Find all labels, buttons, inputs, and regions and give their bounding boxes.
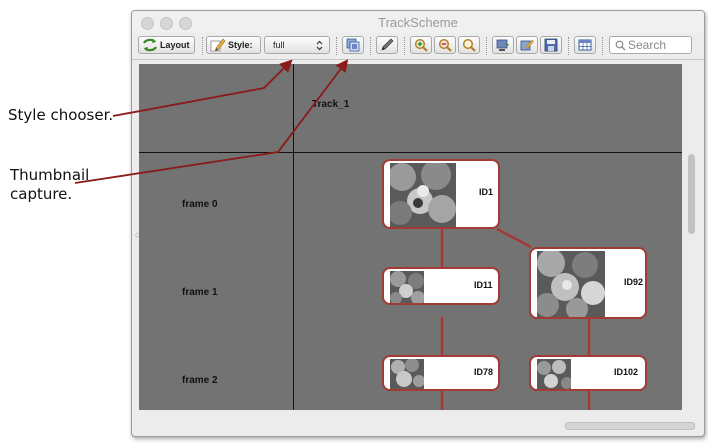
layout-button[interactable]: Layout bbox=[138, 36, 195, 54]
toolbar-separator bbox=[602, 37, 603, 55]
zoom-out-button[interactable] bbox=[434, 36, 456, 54]
spot-thumbnail bbox=[537, 359, 571, 389]
toolbar: Layout Style: full Search bbox=[132, 33, 704, 60]
toolbar-separator bbox=[202, 37, 203, 55]
spot-id-label: ID102 bbox=[614, 367, 639, 377]
spot-node[interactable]: ID11 bbox=[382, 267, 500, 305]
trackscheme-window: TrackScheme Layout Style: full Search ◇ … bbox=[131, 10, 705, 437]
save-button[interactable] bbox=[540, 36, 562, 54]
spot-node[interactable]: ID92 bbox=[529, 247, 647, 319]
track-edge bbox=[496, 227, 532, 249]
style-chooser-annotation: Style chooser. bbox=[8, 106, 114, 124]
style-select-value: full bbox=[273, 40, 285, 50]
zoom-fit-icon bbox=[462, 38, 476, 52]
zoom-out-icon bbox=[438, 38, 452, 52]
thumbnail-annotation-line2: capture. bbox=[10, 185, 73, 203]
horizontal-scrollbar[interactable] bbox=[565, 422, 695, 430]
spot-thumbnail bbox=[390, 271, 424, 303]
toolbar-separator bbox=[370, 37, 371, 55]
trackscheme-canvas[interactable]: Track_1 frame 0 frame 1 frame 2 ID1 ID11… bbox=[139, 64, 682, 410]
layout-button-label: Layout bbox=[160, 40, 190, 50]
thumbnail-capture-annotation: Thumbnail capture. bbox=[10, 166, 89, 204]
chevron-up-down-icon bbox=[316, 40, 323, 50]
spot-id-label: ID78 bbox=[474, 367, 494, 377]
spot-node[interactable]: ID102 bbox=[529, 355, 647, 391]
zoom-in-button[interactable] bbox=[410, 36, 432, 54]
select-style-icon bbox=[520, 39, 534, 51]
style-select[interactable]: full bbox=[264, 36, 330, 54]
style-button-label: Style: bbox=[228, 40, 253, 50]
select-style-button[interactable] bbox=[516, 36, 538, 54]
zoom-fit-button[interactable] bbox=[458, 36, 480, 54]
save-icon bbox=[544, 38, 558, 52]
edit-button[interactable] bbox=[376, 36, 398, 54]
spot-id-label: ID11 bbox=[474, 280, 493, 290]
toolbar-separator bbox=[336, 37, 337, 55]
export-button[interactable] bbox=[492, 36, 514, 54]
thumbnail-annotation-line1: Thumbnail bbox=[10, 166, 90, 184]
table-view-button[interactable] bbox=[574, 36, 596, 54]
vertical-scrollbar-thumb[interactable] bbox=[688, 154, 695, 234]
export-icon bbox=[496, 39, 509, 51]
search-field[interactable]: Search bbox=[609, 36, 692, 54]
title-bar[interactable]: TrackScheme bbox=[132, 11, 704, 33]
spot-id-label: ID1 bbox=[479, 187, 494, 197]
table-icon bbox=[578, 39, 592, 51]
style-icon bbox=[210, 38, 226, 52]
toolbar-separator bbox=[486, 37, 487, 55]
toolbar-separator bbox=[568, 37, 569, 55]
spot-thumbnail bbox=[390, 163, 456, 227]
thumbnail-capture-button[interactable] bbox=[342, 36, 364, 54]
spot-thumbnail bbox=[390, 359, 424, 389]
window-title: TrackScheme bbox=[378, 15, 458, 30]
search-placeholder: Search bbox=[628, 38, 667, 52]
style-button[interactable]: Style: bbox=[206, 36, 261, 54]
layout-icon bbox=[143, 38, 157, 52]
spot-thumbnail bbox=[537, 251, 605, 317]
pencil-icon bbox=[381, 38, 394, 51]
spot-id-label: ID92 bbox=[624, 277, 644, 287]
spot-node[interactable]: ID1 bbox=[382, 159, 500, 229]
toolbar-separator bbox=[404, 37, 405, 55]
search-icon bbox=[615, 40, 626, 50]
vertical-scrollbar[interactable] bbox=[685, 64, 697, 410]
spot-node[interactable]: ID78 bbox=[382, 355, 500, 391]
thumbnail-capture-icon bbox=[346, 38, 360, 52]
zoom-in-icon bbox=[414, 38, 428, 52]
